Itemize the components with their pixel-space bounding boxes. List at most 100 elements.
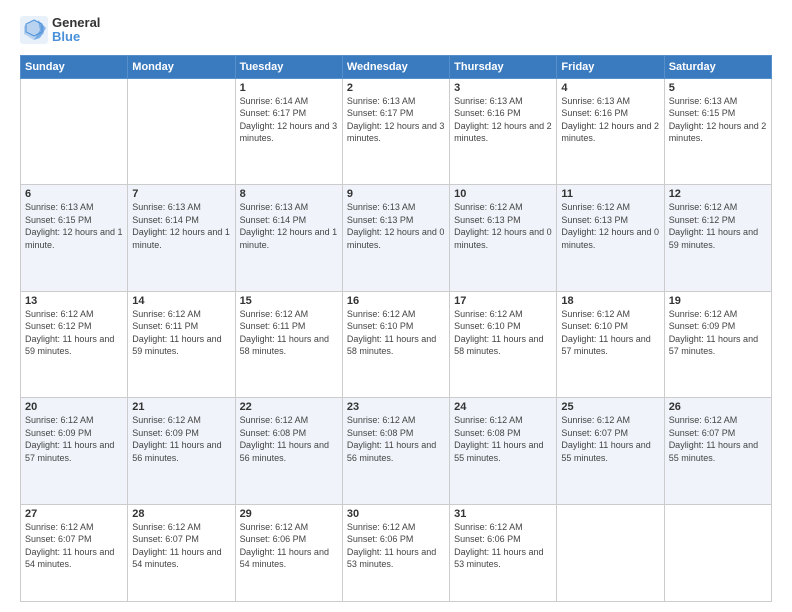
column-header-thursday: Thursday <box>450 55 557 78</box>
day-number: 19 <box>669 295 767 307</box>
header: General Blue <box>20 16 772 45</box>
day-number: 31 <box>454 508 552 520</box>
day-number: 30 <box>347 508 445 520</box>
calendar-cell: 21Sunrise: 6:12 AM Sunset: 6:09 PM Dayli… <box>128 398 235 504</box>
day-number: 29 <box>240 508 338 520</box>
calendar-cell: 10Sunrise: 6:12 AM Sunset: 6:13 PM Dayli… <box>450 185 557 291</box>
day-info: Sunrise: 6:12 AM Sunset: 6:11 PM Dayligh… <box>132 308 230 358</box>
logo-text: General Blue <box>52 16 100 45</box>
day-info: Sunrise: 6:12 AM Sunset: 6:09 PM Dayligh… <box>132 414 230 464</box>
calendar-cell: 25Sunrise: 6:12 AM Sunset: 6:07 PM Dayli… <box>557 398 664 504</box>
calendar-cell: 8Sunrise: 6:13 AM Sunset: 6:14 PM Daylig… <box>235 185 342 291</box>
day-info: Sunrise: 6:13 AM Sunset: 6:16 PM Dayligh… <box>454 95 552 145</box>
day-number: 6 <box>25 188 123 200</box>
calendar-cell: 19Sunrise: 6:12 AM Sunset: 6:09 PM Dayli… <box>664 291 771 397</box>
calendar-cell: 27Sunrise: 6:12 AM Sunset: 6:07 PM Dayli… <box>21 504 128 601</box>
calendar-cell: 11Sunrise: 6:12 AM Sunset: 6:13 PM Dayli… <box>557 185 664 291</box>
page: General Blue SundayMondayTuesdayWednesda… <box>0 0 792 612</box>
calendar-cell <box>128 78 235 184</box>
calendar-cell: 18Sunrise: 6:12 AM Sunset: 6:10 PM Dayli… <box>557 291 664 397</box>
calendar-cell <box>557 504 664 601</box>
day-info: Sunrise: 6:13 AM Sunset: 6:15 PM Dayligh… <box>669 95 767 145</box>
calendar-cell: 26Sunrise: 6:12 AM Sunset: 6:07 PM Dayli… <box>664 398 771 504</box>
day-info: Sunrise: 6:12 AM Sunset: 6:13 PM Dayligh… <box>561 201 659 251</box>
day-info: Sunrise: 6:12 AM Sunset: 6:06 PM Dayligh… <box>347 521 445 571</box>
calendar-cell: 28Sunrise: 6:12 AM Sunset: 6:07 PM Dayli… <box>128 504 235 601</box>
calendar-cell: 13Sunrise: 6:12 AM Sunset: 6:12 PM Dayli… <box>21 291 128 397</box>
calendar-cell: 24Sunrise: 6:12 AM Sunset: 6:08 PM Dayli… <box>450 398 557 504</box>
day-number: 17 <box>454 295 552 307</box>
calendar-cell: 4Sunrise: 6:13 AM Sunset: 6:16 PM Daylig… <box>557 78 664 184</box>
day-number: 16 <box>347 295 445 307</box>
day-number: 27 <box>25 508 123 520</box>
day-info: Sunrise: 6:12 AM Sunset: 6:08 PM Dayligh… <box>454 414 552 464</box>
calendar-cell: 30Sunrise: 6:12 AM Sunset: 6:06 PM Dayli… <box>342 504 449 601</box>
day-info: Sunrise: 6:12 AM Sunset: 6:07 PM Dayligh… <box>132 521 230 571</box>
day-info: Sunrise: 6:14 AM Sunset: 6:17 PM Dayligh… <box>240 95 338 145</box>
calendar-cell <box>664 504 771 601</box>
calendar-table: SundayMondayTuesdayWednesdayThursdayFrid… <box>20 55 772 602</box>
calendar-cell: 2Sunrise: 6:13 AM Sunset: 6:17 PM Daylig… <box>342 78 449 184</box>
day-number: 3 <box>454 82 552 94</box>
day-number: 25 <box>561 401 659 413</box>
day-info: Sunrise: 6:12 AM Sunset: 6:08 PM Dayligh… <box>347 414 445 464</box>
calendar-cell: 3Sunrise: 6:13 AM Sunset: 6:16 PM Daylig… <box>450 78 557 184</box>
day-number: 10 <box>454 188 552 200</box>
day-number: 9 <box>347 188 445 200</box>
day-number: 1 <box>240 82 338 94</box>
calendar-cell: 9Sunrise: 6:13 AM Sunset: 6:13 PM Daylig… <box>342 185 449 291</box>
calendar-cell: 14Sunrise: 6:12 AM Sunset: 6:11 PM Dayli… <box>128 291 235 397</box>
day-info: Sunrise: 6:12 AM Sunset: 6:10 PM Dayligh… <box>454 308 552 358</box>
day-info: Sunrise: 6:13 AM Sunset: 6:15 PM Dayligh… <box>25 201 123 251</box>
day-number: 13 <box>25 295 123 307</box>
calendar-cell <box>21 78 128 184</box>
day-info: Sunrise: 6:13 AM Sunset: 6:16 PM Dayligh… <box>561 95 659 145</box>
day-info: Sunrise: 6:12 AM Sunset: 6:07 PM Dayligh… <box>669 414 767 464</box>
calendar-cell: 17Sunrise: 6:12 AM Sunset: 6:10 PM Dayli… <box>450 291 557 397</box>
day-number: 15 <box>240 295 338 307</box>
day-number: 7 <box>132 188 230 200</box>
day-number: 2 <box>347 82 445 94</box>
column-header-monday: Monday <box>128 55 235 78</box>
calendar-cell: 22Sunrise: 6:12 AM Sunset: 6:08 PM Dayli… <box>235 398 342 504</box>
day-info: Sunrise: 6:12 AM Sunset: 6:12 PM Dayligh… <box>25 308 123 358</box>
day-info: Sunrise: 6:12 AM Sunset: 6:06 PM Dayligh… <box>454 521 552 571</box>
day-info: Sunrise: 6:12 AM Sunset: 6:07 PM Dayligh… <box>561 414 659 464</box>
calendar-cell: 31Sunrise: 6:12 AM Sunset: 6:06 PM Dayli… <box>450 504 557 601</box>
calendar-cell: 7Sunrise: 6:13 AM Sunset: 6:14 PM Daylig… <box>128 185 235 291</box>
day-number: 26 <box>669 401 767 413</box>
calendar-cell: 29Sunrise: 6:12 AM Sunset: 6:06 PM Dayli… <box>235 504 342 601</box>
day-number: 18 <box>561 295 659 307</box>
calendar-cell: 15Sunrise: 6:12 AM Sunset: 6:11 PM Dayli… <box>235 291 342 397</box>
day-info: Sunrise: 6:12 AM Sunset: 6:08 PM Dayligh… <box>240 414 338 464</box>
calendar-cell: 5Sunrise: 6:13 AM Sunset: 6:15 PM Daylig… <box>664 78 771 184</box>
day-info: Sunrise: 6:13 AM Sunset: 6:17 PM Dayligh… <box>347 95 445 145</box>
day-number: 28 <box>132 508 230 520</box>
day-number: 12 <box>669 188 767 200</box>
column-header-sunday: Sunday <box>21 55 128 78</box>
day-info: Sunrise: 6:12 AM Sunset: 6:09 PM Dayligh… <box>25 414 123 464</box>
column-header-tuesday: Tuesday <box>235 55 342 78</box>
calendar-cell: 6Sunrise: 6:13 AM Sunset: 6:15 PM Daylig… <box>21 185 128 291</box>
day-info: Sunrise: 6:12 AM Sunset: 6:07 PM Dayligh… <box>25 521 123 571</box>
day-number: 4 <box>561 82 659 94</box>
day-info: Sunrise: 6:12 AM Sunset: 6:10 PM Dayligh… <box>347 308 445 358</box>
day-info: Sunrise: 6:12 AM Sunset: 6:13 PM Dayligh… <box>454 201 552 251</box>
day-number: 23 <box>347 401 445 413</box>
day-info: Sunrise: 6:13 AM Sunset: 6:14 PM Dayligh… <box>132 201 230 251</box>
column-header-friday: Friday <box>557 55 664 78</box>
day-info: Sunrise: 6:12 AM Sunset: 6:09 PM Dayligh… <box>669 308 767 358</box>
day-number: 11 <box>561 188 659 200</box>
day-number: 8 <box>240 188 338 200</box>
day-number: 21 <box>132 401 230 413</box>
column-header-wednesday: Wednesday <box>342 55 449 78</box>
logo: General Blue <box>20 16 100 45</box>
calendar-cell: 20Sunrise: 6:12 AM Sunset: 6:09 PM Dayli… <box>21 398 128 504</box>
day-info: Sunrise: 6:13 AM Sunset: 6:14 PM Dayligh… <box>240 201 338 251</box>
calendar-cell: 12Sunrise: 6:12 AM Sunset: 6:12 PM Dayli… <box>664 185 771 291</box>
logo-icon <box>20 16 48 44</box>
day-info: Sunrise: 6:12 AM Sunset: 6:11 PM Dayligh… <box>240 308 338 358</box>
calendar-cell: 1Sunrise: 6:14 AM Sunset: 6:17 PM Daylig… <box>235 78 342 184</box>
day-number: 14 <box>132 295 230 307</box>
day-info: Sunrise: 6:12 AM Sunset: 6:12 PM Dayligh… <box>669 201 767 251</box>
